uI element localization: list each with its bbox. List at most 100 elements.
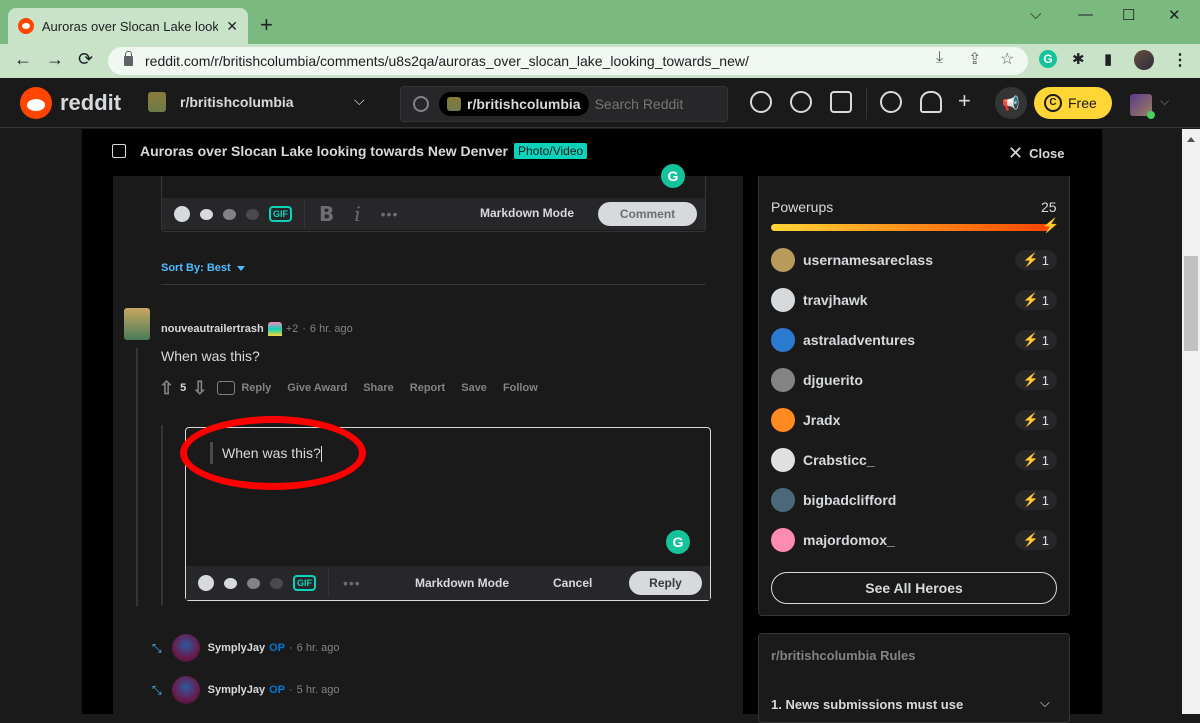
- scrollbar-thumb[interactable]: [1184, 256, 1198, 351]
- gif-button[interactable]: GIF: [269, 206, 292, 222]
- hero-row[interactable]: Crabsticc_ ⚡ 1: [771, 448, 1057, 472]
- profile-avatar[interactable]: [1134, 50, 1154, 70]
- hero-name[interactable]: majordomox_: [803, 532, 1015, 548]
- user-menu-chevron-icon[interactable]: ⌵: [1160, 94, 1169, 109]
- gif-button[interactable]: GIF: [293, 575, 316, 591]
- grammarly-icon[interactable]: G: [661, 164, 685, 188]
- comment-bubble-icon[interactable]: [217, 381, 236, 395]
- hero-name[interactable]: djguerito: [803, 372, 1015, 388]
- post-flair[interactable]: Photo/Video: [514, 143, 588, 159]
- hero-row[interactable]: Jradx ⚡ 1: [771, 408, 1057, 432]
- reply-submit-button[interactable]: Reply: [629, 571, 702, 595]
- comment-author[interactable]: SymplyJay: [208, 684, 265, 696]
- hero-name[interactable]: Crabsticc_: [803, 452, 1015, 468]
- hero-avatar[interactable]: [771, 488, 795, 512]
- chrome-menu-icon[interactable]: ⋮: [1172, 50, 1188, 70]
- see-all-heroes-button[interactable]: See All Heroes: [771, 572, 1057, 604]
- comment-author-avatar[interactable]: [171, 676, 200, 704]
- page-scrollbar[interactable]: [1182, 129, 1200, 714]
- hero-avatar[interactable]: [771, 408, 795, 432]
- hero-name[interactable]: Jradx: [803, 412, 1015, 428]
- expand-icon[interactable]: ⤡: [152, 641, 162, 656]
- snoo-emote-icon[interactable]: [200, 208, 213, 220]
- hero-avatar[interactable]: [771, 368, 795, 392]
- grammarly-extension-icon[interactable]: G: [1039, 50, 1057, 68]
- snoo-emote-icon[interactable]: [223, 208, 236, 220]
- reload-button[interactable]: ⟳: [78, 49, 93, 70]
- hero-row[interactable]: majordomox_ ⚡ 1: [771, 528, 1057, 552]
- reddit-logo-icon[interactable]: [20, 87, 52, 119]
- share-button[interactable]: Share: [363, 382, 394, 394]
- video-icon[interactable]: [830, 91, 852, 113]
- give-award-button[interactable]: Give Award: [287, 382, 347, 394]
- expand-icon[interactable]: ⤡: [152, 683, 162, 698]
- hero-name[interactable]: astraladventures: [803, 332, 1015, 348]
- comment-author[interactable]: nouveautrailertrash: [161, 323, 264, 335]
- save-button[interactable]: Save: [461, 382, 487, 394]
- extensions-puzzle-icon[interactable]: ✱: [1072, 50, 1085, 68]
- bell-icon[interactable]: [920, 91, 942, 113]
- emoji-icon[interactable]: [198, 575, 214, 591]
- hero-avatar[interactable]: [771, 448, 795, 472]
- free-premium-button[interactable]: C Free: [1034, 87, 1112, 119]
- hero-row[interactable]: bigbadclifford ⚡ 1: [771, 488, 1057, 512]
- back-button[interactable]: ←: [14, 49, 32, 70]
- minimize-button[interactable]: —: [1078, 6, 1093, 23]
- hero-row[interactable]: djguerito ⚡ 1: [771, 368, 1057, 392]
- advertise-megaphone-icon[interactable]: 📢: [995, 87, 1027, 119]
- report-button[interactable]: Report: [410, 382, 445, 394]
- hero-avatar[interactable]: [771, 248, 795, 272]
- search-scope-chip[interactable]: r/britishcolumbia: [439, 92, 589, 116]
- snoo-emote-icon[interactable]: [270, 577, 283, 589]
- hero-avatar[interactable]: [771, 528, 795, 552]
- create-post-plus-icon[interactable]: +: [958, 88, 971, 114]
- close-post-button[interactable]: ✕ Close: [1008, 143, 1065, 164]
- bold-button[interactable]: B: [319, 202, 334, 226]
- grammarly-icon[interactable]: G: [666, 530, 690, 554]
- hero-name[interactable]: usernamesareclass: [803, 252, 1015, 268]
- reply-button[interactable]: Reply: [241, 382, 271, 394]
- install-icon[interactable]: ⤓: [936, 49, 943, 67]
- share-icon[interactable]: ⇪: [968, 49, 981, 69]
- close-window-button[interactable]: ✕: [1168, 6, 1181, 24]
- comment-submit-button[interactable]: Comment: [598, 202, 697, 226]
- downvote-icon[interactable]: ⇩: [192, 379, 207, 397]
- popular-icon[interactable]: [750, 91, 772, 113]
- comment-author-avatar[interactable]: [171, 634, 200, 662]
- markdown-mode-button[interactable]: Markdown Mode: [415, 576, 509, 590]
- hero-name[interactable]: bigbadclifford: [803, 492, 1015, 508]
- hero-row[interactable]: usernamesareclass ⚡ 1: [771, 248, 1057, 272]
- snoo-emote-icon[interactable]: [247, 577, 260, 589]
- side-panel-icon[interactable]: ▮: [1104, 50, 1112, 68]
- thread-line[interactable]: [161, 425, 163, 605]
- hero-row[interactable]: travjhawk ⚡ 1: [771, 288, 1057, 312]
- bookmark-star-icon[interactable]: ☆: [1000, 49, 1014, 69]
- upvote-icon[interactable]: ⇧: [159, 379, 174, 397]
- maximize-button[interactable]: ☐: [1122, 6, 1135, 24]
- hero-avatar[interactable]: [771, 288, 795, 312]
- snoo-emote-icon[interactable]: [246, 208, 259, 220]
- address-bar[interactable]: reddit.com/r/britishcolumbia/comments/u8…: [108, 47, 1028, 75]
- user-avatar[interactable]: [1130, 94, 1155, 119]
- tab-search-icon[interactable]: ⌵: [1030, 6, 1041, 23]
- snoo-emote-icon[interactable]: [224, 577, 237, 589]
- more-options-button[interactable]: •••: [343, 575, 361, 591]
- stats-icon[interactable]: [790, 91, 812, 113]
- subreddit-picker[interactable]: r/britishcolumbia ⌵: [148, 92, 365, 112]
- browser-tab[interactable]: Auroras over Slocan Lake looking towards…: [8, 8, 248, 44]
- reddit-wordmark[interactable]: reddit: [60, 90, 121, 116]
- comment-author-avatar[interactable]: [124, 308, 150, 340]
- rule-item[interactable]: 1. News submissions must use: [771, 697, 963, 712]
- more-options-button[interactable]: •••: [381, 206, 399, 222]
- comment-author[interactable]: SymplyJay: [208, 642, 265, 654]
- italic-button[interactable]: i: [354, 202, 360, 226]
- scroll-up-arrow-icon[interactable]: [1187, 137, 1195, 142]
- forward-button[interactable]: →: [46, 49, 64, 70]
- hero-name[interactable]: travjhawk: [803, 292, 1015, 308]
- hero-avatar[interactable]: [771, 328, 795, 352]
- chevron-down-icon[interactable]: ⌵: [1040, 695, 1050, 711]
- chat-icon[interactable]: [880, 91, 902, 113]
- emoji-icon[interactable]: [174, 206, 190, 222]
- cancel-button[interactable]: Cancel: [553, 576, 592, 590]
- follow-button[interactable]: Follow: [503, 382, 538, 394]
